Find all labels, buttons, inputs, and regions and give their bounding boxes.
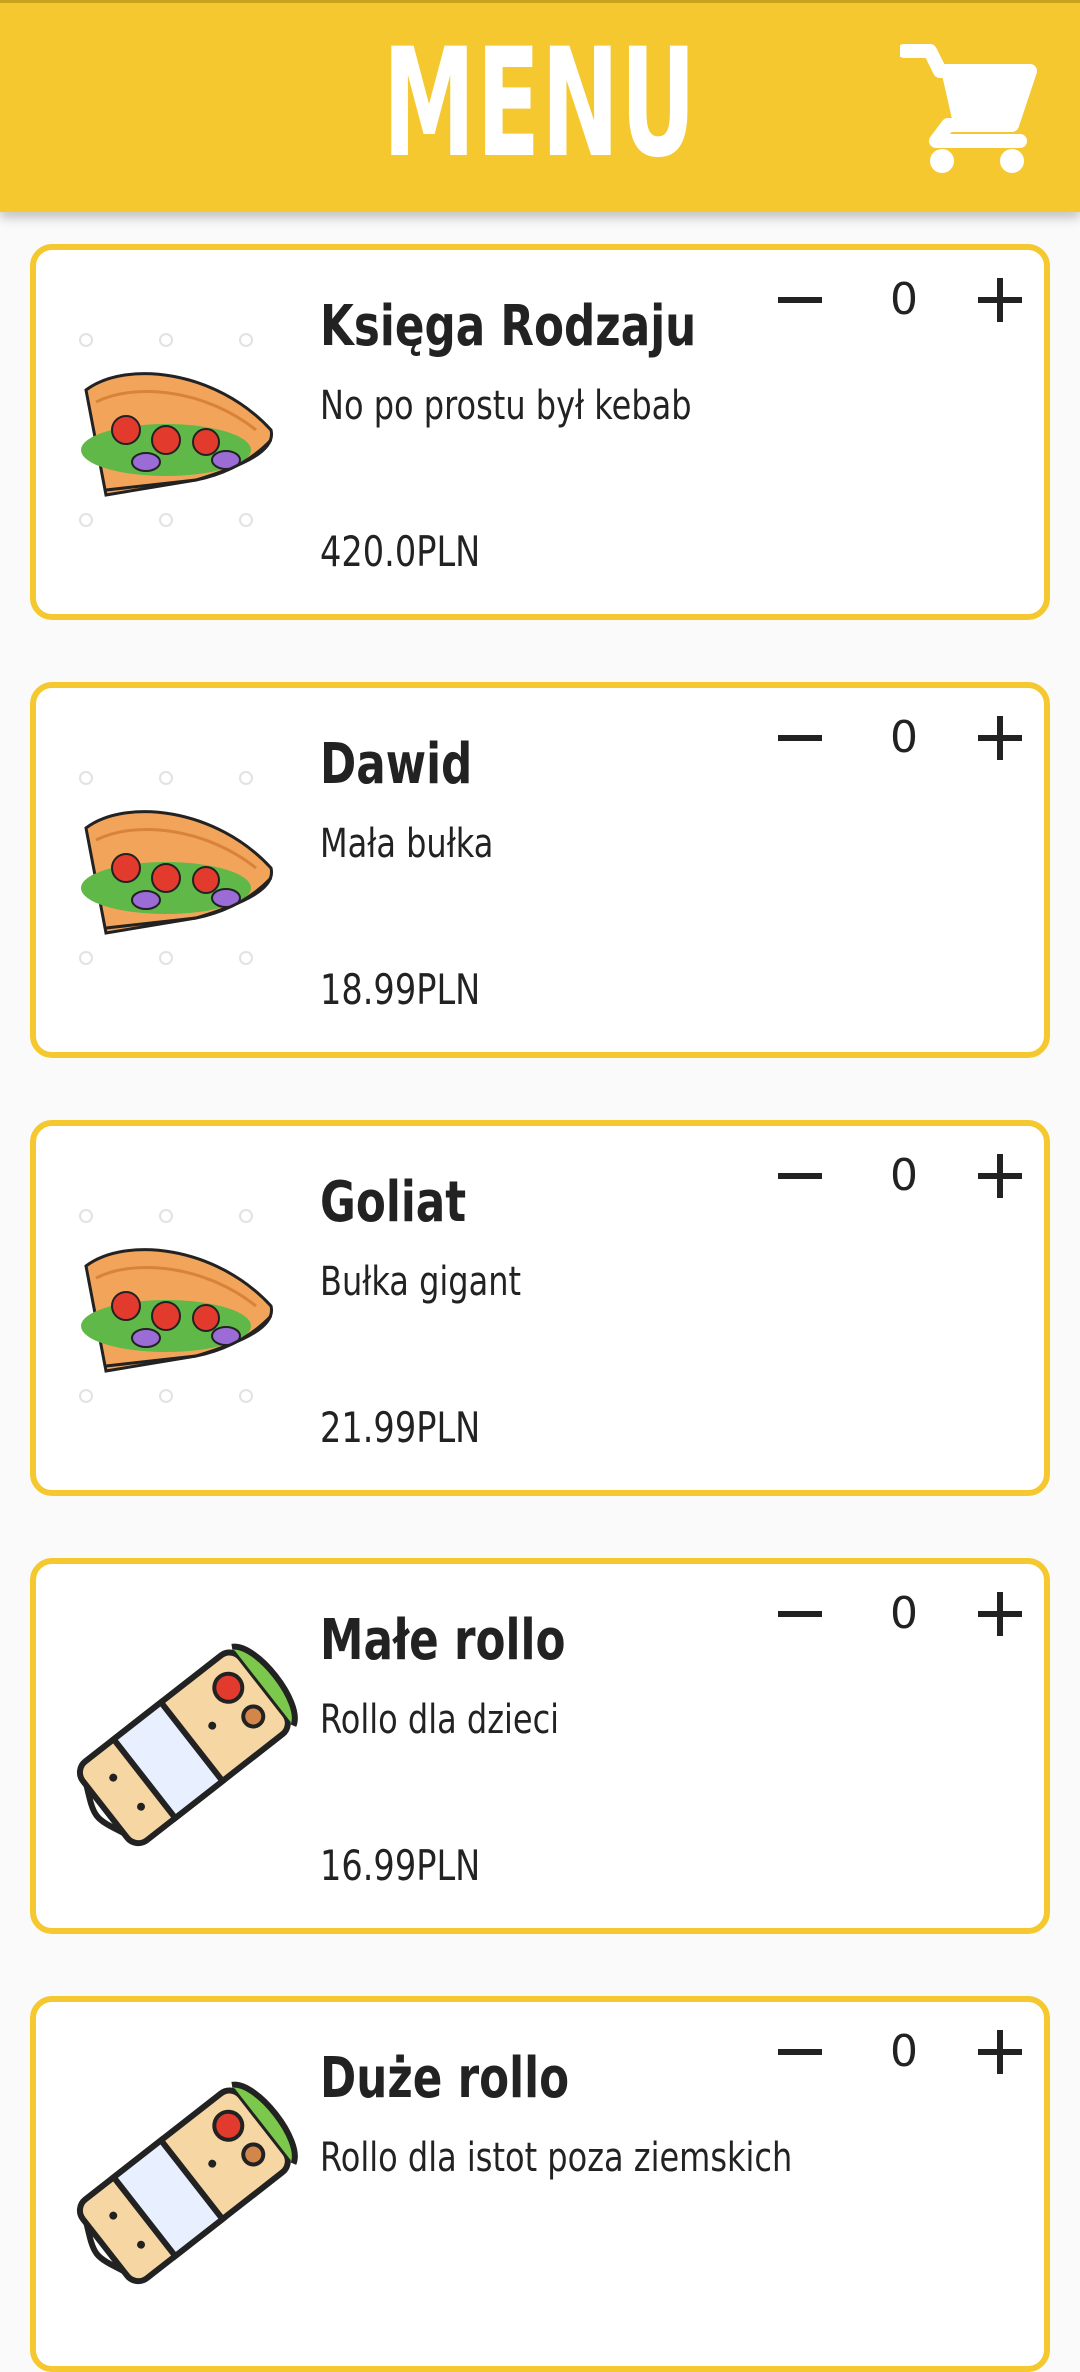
item-price: 21.99PLN [320, 1403, 481, 1452]
menu-item-card: Dawid Mała bułka 18.99PLN 0 [30, 682, 1050, 1058]
item-price: 420.0PLN [320, 527, 481, 576]
increase-quantity-button[interactable] [970, 2022, 1030, 2082]
item-price: 18.99PLN [320, 965, 481, 1014]
page-title: MENU [382, 17, 698, 191]
increase-quantity-button[interactable] [970, 1146, 1030, 1206]
minus-icon [778, 1611, 822, 1617]
quantity-value: 0 [890, 274, 918, 325]
minus-icon [778, 297, 822, 303]
kebab-pita-icon [46, 728, 306, 1018]
kebab-pita-icon [46, 290, 306, 580]
item-description: Rollo dla istot poza ziemskich [320, 2135, 793, 2181]
item-description: Mała bułka [320, 821, 494, 867]
quantity-value: 0 [890, 2026, 918, 2077]
item-description: Rollo dla dzieci [320, 1697, 560, 1743]
minus-icon [778, 1173, 822, 1179]
wrap-roll-icon [46, 1604, 306, 1894]
quantity-value: 0 [890, 712, 918, 763]
item-price: 16.99PLN [320, 1841, 481, 1890]
item-name: Duże rollo [320, 2046, 570, 2111]
increase-quantity-button[interactable] [970, 1584, 1030, 1644]
decrease-quantity-button[interactable] [770, 2022, 830, 2082]
decrease-quantity-button[interactable] [770, 1584, 830, 1644]
quantity-value: 0 [890, 1150, 918, 1201]
minus-icon [778, 735, 822, 741]
decrease-quantity-button[interactable] [770, 1146, 830, 1206]
plus-icon [978, 2030, 1022, 2074]
item-name: Goliat [320, 1170, 467, 1235]
wrap-roll-icon [46, 2042, 306, 2332]
plus-icon [978, 1154, 1022, 1198]
item-name: Małe rollo [320, 1608, 566, 1673]
plus-icon [978, 1592, 1022, 1636]
menu-item-card: Duże rollo Rollo dla istot poza ziemskic… [30, 1996, 1050, 2372]
quantity-value: 0 [890, 1588, 918, 1639]
menu-item-card: Księga Rodzaju No po prostu był kebab 42… [30, 244, 1050, 620]
minus-icon [778, 2049, 822, 2055]
menu-item-card: Małe rollo Rollo dla dzieci 16.99PLN 0 [30, 1558, 1050, 1934]
item-name: Księga Rodzaju [320, 294, 697, 359]
menu-item-card: Goliat Bułka gigant 21.99PLN 0 [30, 1120, 1050, 1496]
app-header: MENU [0, 0, 1080, 212]
kebab-pita-icon [46, 1166, 306, 1456]
decrease-quantity-button[interactable] [770, 708, 830, 768]
cart-button[interactable] [900, 37, 1040, 177]
plus-icon [978, 716, 1022, 760]
increase-quantity-button[interactable] [970, 270, 1030, 330]
shopping-cart-icon [900, 44, 1037, 173]
plus-icon [978, 278, 1022, 322]
decrease-quantity-button[interactable] [770, 270, 830, 330]
item-description: No po prostu był kebab [320, 383, 692, 429]
item-description: Bułka gigant [320, 1259, 522, 1305]
increase-quantity-button[interactable] [970, 708, 1030, 768]
item-name: Dawid [320, 732, 473, 797]
